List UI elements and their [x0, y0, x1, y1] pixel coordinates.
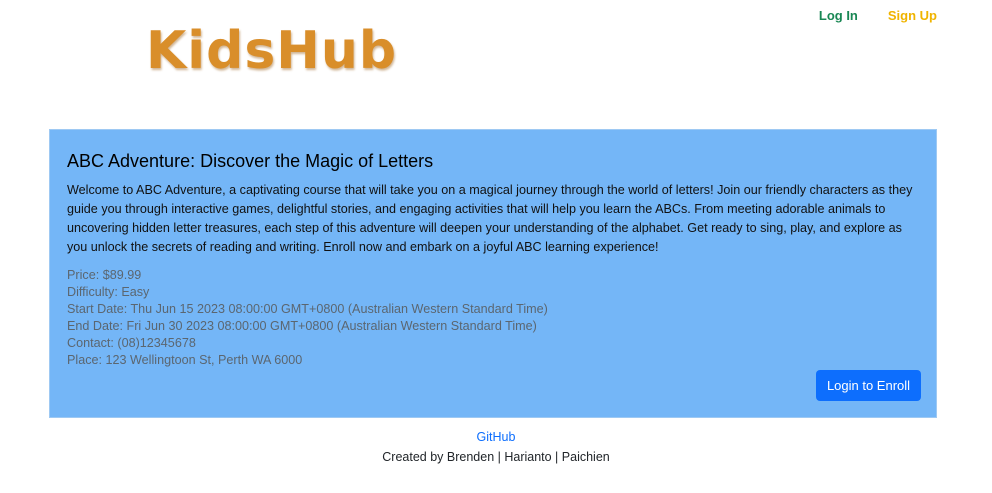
course-details: Price: $89.99 Difficulty: Easy Start Dat… — [67, 267, 919, 369]
course-description: Welcome to ABC Adventure, a captivating … — [67, 183, 913, 254]
github-link[interactable]: GitHub — [477, 429, 516, 445]
footer-credits: Created by Brenden | Harianto | Paichien — [382, 450, 610, 464]
course-contact: Contact: (08)12345678 — [67, 336, 196, 350]
course-end-date: End Date: Fri Jun 30 2023 08:00:00 GMT+0… — [67, 319, 537, 333]
course-price: Price: $89.99 — [67, 268, 142, 282]
login-to-enroll-button[interactable]: Login to Enroll — [816, 370, 921, 401]
course-start-date: Start Date: Thu Jun 15 2023 08:00:00 GMT… — [67, 302, 548, 316]
top-nav: Log In Sign Up — [819, 8, 937, 24]
course-difficulty: Difficulty: Easy — [67, 285, 150, 299]
kidshub-logo: KidsHub — [146, 21, 398, 81]
course-card: ABC Adventure: Discover the Magic of Let… — [49, 129, 937, 418]
signup-link[interactable]: Sign Up — [888, 8, 937, 24]
footer: GitHub Created by Brenden | Harianto | P… — [0, 428, 992, 465]
course-title: ABC Adventure: Discover the Magic of Let… — [67, 151, 434, 171]
login-link[interactable]: Log In — [819, 8, 858, 24]
course-place: Place: 123 Wellingtoon St, Perth WA 6000 — [67, 353, 303, 367]
